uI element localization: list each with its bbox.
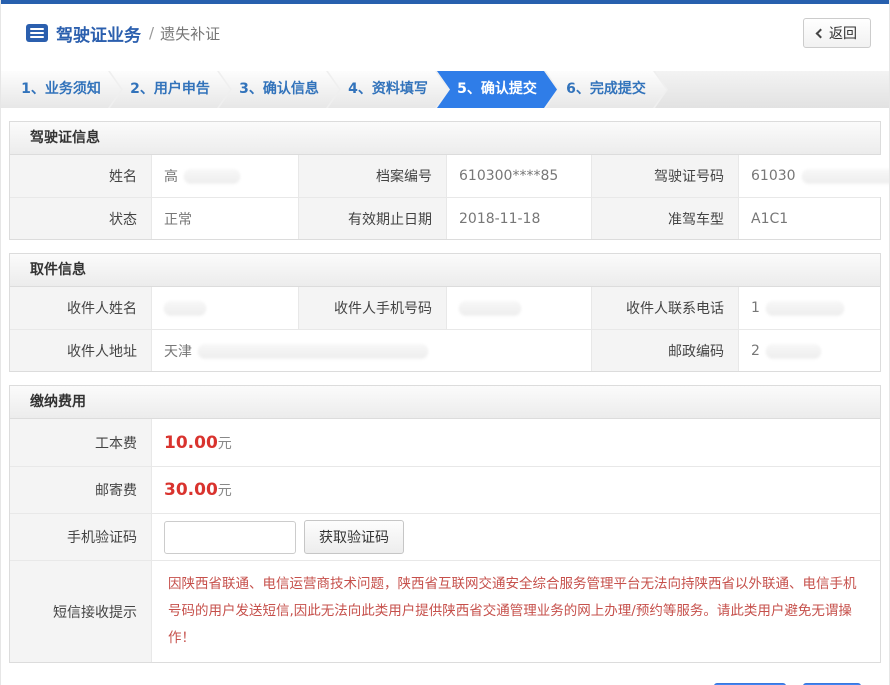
- zip-code-label: 邮政编码: [592, 329, 739, 371]
- recipient-name-value: [152, 287, 299, 329]
- chevron-left-icon: [816, 28, 826, 38]
- recipient-name-label: 收件人姓名: [10, 287, 152, 329]
- status-label: 状态: [10, 197, 152, 239]
- status-value: 正常: [152, 197, 299, 239]
- recipient-mobile-value: [447, 287, 592, 329]
- section-pickup-info: 取件信息 收件人姓名 收件人手机号码 收件人联系电话 1 收件人地址 天津 邮政…: [9, 253, 881, 372]
- list-icon: [26, 24, 48, 42]
- license-number-label: 驾驶证号码: [592, 155, 739, 197]
- vehicle-class-value: A1C1: [739, 197, 880, 239]
- postage-row: 邮寄费 30.00 元: [10, 466, 880, 513]
- back-button[interactable]: 返回: [803, 18, 871, 48]
- currency-unit: 元: [218, 433, 232, 453]
- expiry-value: 2018-11-18: [447, 197, 592, 239]
- redaction-blur: [802, 169, 890, 183]
- breadcrumb-separator: /: [149, 24, 154, 42]
- name-value: 高: [152, 155, 299, 197]
- breadcrumb-current: 遗失补证: [160, 23, 220, 44]
- recipient-tel-value: 1: [739, 287, 880, 329]
- step-1-business-notice[interactable]: 1、业务须知: [1, 71, 121, 108]
- section-title: 驾驶证信息: [10, 122, 880, 155]
- section-title: 取件信息: [10, 254, 880, 287]
- pickup-row-2: 收件人地址 天津 邮政编码 2: [10, 329, 880, 371]
- header: 驾驶证业务 / 遗失补证 返回: [1, 4, 889, 62]
- get-sms-code-button[interactable]: 获取验证码: [304, 520, 404, 554]
- file-number-label: 档案编号: [299, 155, 447, 197]
- sms-notice-text: 因陕西省联通、电信运营商技术问题，陕西省互联网交通安全综合服务管理平台无法向持陕…: [164, 565, 872, 658]
- recipient-address-value: 天津: [152, 329, 592, 371]
- section-payment: 缴纳费用 工本费 10.00 元 邮寄费 30.00 元 手机验证码 获取验证码…: [9, 385, 881, 663]
- redaction-blur: [766, 344, 821, 358]
- redaction-blur: [198, 344, 428, 358]
- step-3-confirm-info[interactable]: 3、确认信息: [219, 71, 339, 108]
- zip-code-value: 2: [739, 329, 880, 371]
- back-button-label: 返回: [829, 23, 857, 43]
- recipient-tel-label: 收件人联系电话: [592, 287, 739, 329]
- license-row-1: 姓名 高 档案编号 610300****85 驾驶证号码 61030: [10, 155, 880, 197]
- postage-fee-value: 30.00 元: [152, 466, 880, 513]
- recipient-mobile-label: 收件人手机号码: [299, 287, 447, 329]
- redaction-blur: [766, 301, 844, 315]
- sms-code-input[interactable]: [164, 521, 296, 554]
- sms-notice-cell: 因陕西省联通、电信运营商技术问题，陕西省互联网交通安全综合服务管理平台无法向持陕…: [152, 560, 880, 662]
- redaction-blur: [164, 301, 206, 315]
- step-nav-filler: [655, 71, 889, 108]
- price: 30.00: [164, 480, 218, 500]
- sms-notice-label: 短信接收提示: [10, 560, 152, 662]
- file-number-value: 610300****85: [447, 155, 592, 197]
- expiry-label: 有效期止日期: [299, 197, 447, 239]
- step-2-user-declaration[interactable]: 2、用户申告: [110, 71, 230, 108]
- section-title: 缴纳费用: [10, 386, 880, 419]
- recipient-address-label: 收件人地址: [10, 329, 152, 371]
- sms-code-field-cell: 获取验证码: [152, 513, 880, 560]
- currency-unit: 元: [218, 480, 232, 500]
- redaction-blur: [459, 301, 521, 315]
- postage-fee-label: 邮寄费: [10, 466, 152, 513]
- pickup-row-1: 收件人姓名 收件人手机号码 收件人联系电话 1: [10, 287, 880, 329]
- sms-notice-row: 短信接收提示 因陕西省联通、电信运营商技术问题，陕西省互联网交通安全综合服务管理…: [10, 560, 880, 662]
- footer-actions: 上一步 完成: [1, 663, 889, 685]
- step-5-confirm-submit[interactable]: 5、确认提交: [437, 71, 557, 108]
- sms-code-label: 手机验证码: [10, 513, 152, 560]
- redaction-blur: [184, 169, 240, 183]
- step-4-fill-data[interactable]: 4、资料填写: [328, 71, 448, 108]
- license-number-value: 61030: [739, 155, 890, 197]
- step-6-complete-submit[interactable]: 6、完成提交: [546, 71, 666, 108]
- section-license-info: 驾驶证信息 姓名 高 档案编号 610300****85 驾驶证号码 61030…: [9, 121, 881, 240]
- name-label: 姓名: [10, 155, 152, 197]
- license-row-2: 状态 正常 有效期止日期 2018-11-18 准驾车型 A1C1: [10, 197, 880, 239]
- step-navigation: 1、业务须知 2、用户申告 3、确认信息 4、资料填写 5、确认提交 6、完成提…: [1, 71, 889, 108]
- page: 驾驶证业务 / 遗失补证 返回 1、业务须知 2、用户申告 3、确认信息 4、资…: [0, 0, 890, 685]
- page-title: 驾驶证业务: [56, 21, 141, 46]
- production-fee-value: 10.00 元: [152, 419, 880, 466]
- sms-code-row: 手机验证码 获取验证码: [10, 513, 880, 560]
- fee-row: 工本费 10.00 元: [10, 419, 880, 466]
- production-fee-label: 工本费: [10, 419, 152, 466]
- vehicle-class-label: 准驾车型: [592, 197, 739, 239]
- price: 10.00: [164, 433, 218, 453]
